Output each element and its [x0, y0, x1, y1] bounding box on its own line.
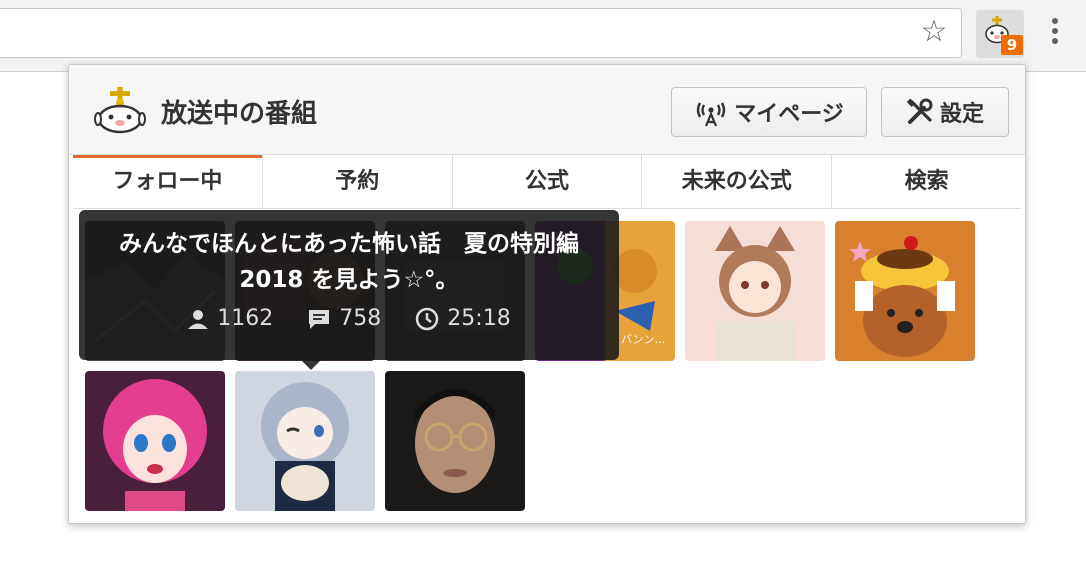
extension-button[interactable]: 9	[976, 10, 1024, 58]
comments-count: 758	[339, 306, 382, 331]
clock-icon	[416, 307, 439, 330]
tooltip-title: みんなでほんとにあった怖い話 夏の特別編2018 を見よう☆°。	[119, 231, 579, 293]
viewers-count: 1162	[217, 306, 274, 331]
browser-menu-icon[interactable]	[1040, 14, 1070, 54]
program-tooltip: みんなでほんとにあった怖い話 夏の特別編2018 を見よう☆°。 1162 75…	[79, 210, 619, 370]
tab-bar: フォロー中 予約 公式 未来の公式 検索	[73, 155, 1021, 209]
thumb-silver-hair-girl[interactable]	[235, 371, 375, 511]
popup-title: 放送中の番組	[161, 99, 318, 129]
elapsed-stat: 25:18	[415, 306, 511, 331]
tooltip-stats: 1162 758 25:18	[79, 306, 619, 331]
broadcast-icon	[697, 102, 726, 127]
thumb-pudding-dog[interactable]	[835, 221, 975, 361]
tab-official[interactable]: 公式	[451, 155, 642, 208]
settings-button[interactable]: 設定	[881, 87, 1009, 137]
tab-future-official[interactable]: 未来の公式	[641, 155, 832, 208]
svg-text:バンン…: バンン…	[621, 333, 666, 346]
elapsed-time: 25:18	[447, 306, 511, 331]
popup-header: 放送中の番組 マイページ 設定	[69, 65, 1025, 155]
thumb-catgirl[interactable]	[685, 221, 825, 361]
tooltip-arrow	[301, 360, 321, 370]
tab-search[interactable]: 検索	[831, 155, 1021, 208]
extension-popup: 放送中の番組 マイページ 設定 フォロー中 予約 公式 未来の公式 検索 バンン…	[68, 64, 1026, 524]
mypage-label: マイページ	[734, 102, 844, 127]
bookmark-star-icon[interactable]: ☆	[916, 14, 952, 50]
viewers-stat: 1162	[187, 306, 273, 331]
tab-following[interactable]: フォロー中	[73, 155, 262, 208]
settings-label: 設定	[939, 102, 984, 127]
address-bar[interactable]	[0, 8, 962, 58]
mypage-button[interactable]: マイページ	[671, 87, 867, 137]
comments-stat: 758	[307, 306, 381, 331]
tab-reserved[interactable]: 予約	[261, 155, 452, 208]
thumb-man-glasses[interactable]	[385, 371, 525, 511]
nico-logo-icon	[94, 87, 146, 134]
thumb-pink-hair-girl[interactable]	[85, 371, 225, 511]
comment-icon	[309, 309, 330, 329]
tools-icon	[906, 98, 933, 124]
notification-badge: 9	[1001, 35, 1023, 55]
browser-toolbar: ☆ 9	[0, 0, 1086, 72]
person-icon	[188, 309, 209, 329]
